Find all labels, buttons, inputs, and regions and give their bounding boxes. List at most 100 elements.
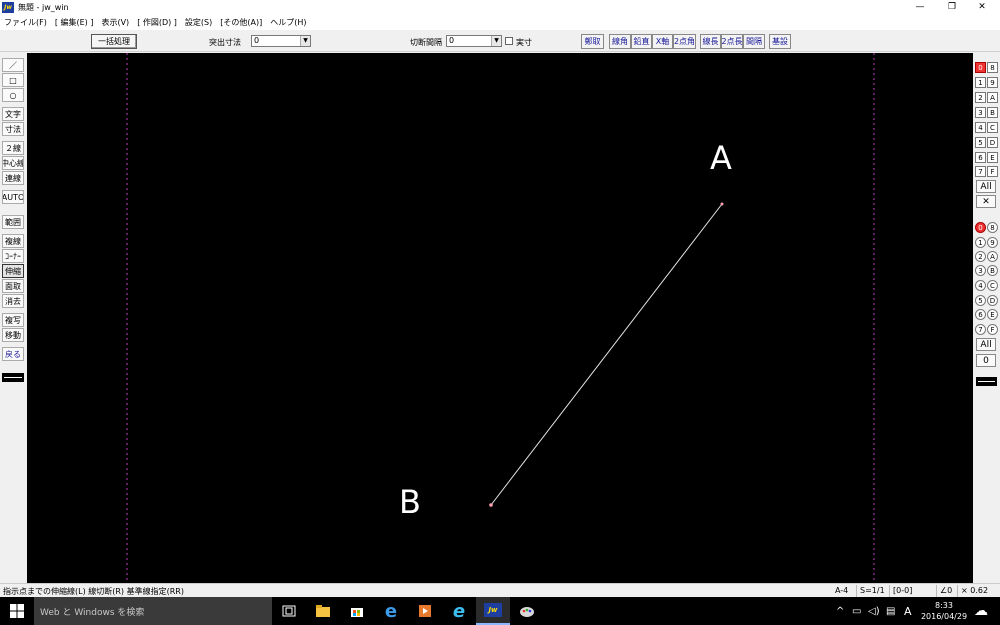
layer-3[interactable]: 3 [975, 265, 986, 276]
layer-zero-button[interactable]: 0 [976, 354, 996, 367]
layer-group-e[interactable]: E [987, 152, 998, 163]
menu-help[interactable]: ヘルプ(H) [270, 17, 306, 28]
jw-cad-taskbar-icon[interactable]: Jw [476, 597, 510, 625]
drawing-canvas[interactable]: A B [27, 53, 973, 583]
layer-b[interactable]: B [987, 265, 998, 276]
media-player-icon[interactable] [408, 597, 442, 625]
layer-0[interactable]: 0 [975, 222, 986, 233]
layer-6[interactable]: 6 [975, 309, 986, 320]
layer-7[interactable]: 7 [975, 324, 986, 335]
layer-c[interactable]: C [987, 280, 998, 291]
tool-dimension[interactable]: 寸法 [2, 122, 24, 136]
tool-continuous-line[interactable]: 連線 [2, 171, 24, 185]
status-layer[interactable]: [0-0] [889, 585, 912, 597]
internet-explorer-icon[interactable]: e [442, 597, 476, 625]
notification-message-icon[interactable]: ▤ [886, 597, 895, 625]
tool-button-x-axis[interactable]: X軸 [652, 34, 673, 49]
menu-other[interactable]: [その他(A)] [220, 17, 262, 28]
tool-button-line-angle[interactable]: 線角 [609, 34, 631, 49]
actual-size-checkbox[interactable] [505, 37, 513, 45]
taskbar-search-input[interactable]: Web と Windows を検索 [34, 597, 272, 625]
layer-8[interactable]: 8 [987, 222, 998, 233]
layer-group-5[interactable]: 5 [975, 137, 986, 148]
tool-line[interactable]: ／ [2, 58, 24, 72]
tool-button-two-point-angle[interactable]: 2点角 [673, 34, 696, 49]
layer-group-8[interactable]: 8 [987, 62, 998, 73]
menu-view[interactable]: 表示(V) [101, 17, 129, 28]
tool-auto[interactable]: AUTO [2, 190, 24, 204]
batch-process-button[interactable]: 一括処理 [91, 34, 137, 49]
layer-group-d[interactable]: D [987, 137, 998, 148]
menu-file[interactable]: ファイル(F) [4, 17, 47, 28]
status-paper[interactable]: A-4 [832, 585, 848, 597]
endpoint-b-marker[interactable] [489, 503, 493, 507]
line-style-swatch[interactable] [2, 373, 24, 382]
layer-group-0[interactable]: 0 [975, 62, 986, 73]
tool-circle[interactable]: ○ [2, 88, 24, 102]
weather-icon[interactable]: ☁ [974, 597, 988, 625]
tool-button-two-point-length[interactable]: 2点長 [721, 34, 743, 49]
layer-group-3[interactable]: 3 [975, 107, 986, 118]
taskbar-clock[interactable]: 8:33 2016/04/29 [918, 600, 970, 622]
tool-button-base-settings[interactable]: 基設 [769, 34, 791, 49]
chevron-down-icon[interactable]: ▼ [300, 36, 310, 46]
close-button[interactable]: ✕ [966, 0, 998, 14]
restore-button[interactable]: ❐ [936, 0, 968, 14]
ime-indicator[interactable]: A [904, 597, 912, 625]
volume-icon[interactable]: ◁) [868, 597, 880, 625]
layer-group-all-button[interactable]: All [976, 180, 996, 193]
tool-double-line[interactable]: ２線 [2, 141, 24, 155]
tool-button-line-length[interactable]: 線長 [700, 34, 721, 49]
file-explorer-icon[interactable] [306, 597, 340, 625]
layer-f[interactable]: F [987, 324, 998, 335]
menu-draw[interactable]: [ 作図(D) ] [137, 17, 177, 28]
chevron-down-icon[interactable]: ▼ [491, 36, 501, 46]
tool-button-interval[interactable]: 間隔 [743, 34, 765, 49]
layer-group-2[interactable]: 2 [975, 92, 986, 103]
layer-group-4[interactable]: 4 [975, 122, 986, 133]
tool-undo[interactable]: 戻る [2, 347, 24, 361]
task-view-icon[interactable] [272, 597, 306, 625]
tool-rectangle[interactable]: □ [2, 73, 24, 87]
layer-group-7[interactable]: 7 [975, 166, 986, 177]
layer-5[interactable]: 5 [975, 295, 986, 306]
layer-group-b[interactable]: B [987, 107, 998, 118]
layer-group-9[interactable]: 9 [987, 77, 998, 88]
layer-4[interactable]: 4 [975, 280, 986, 291]
store-icon[interactable] [340, 597, 374, 625]
menu-edit[interactable]: [ 編集(E) ] [55, 17, 94, 28]
tool-erase[interactable]: 消去 [2, 294, 24, 308]
tool-center-line[interactable]: 中心線 [2, 156, 24, 170]
layer-d[interactable]: D [987, 295, 998, 306]
layer-9[interactable]: 9 [987, 237, 998, 248]
tool-offset-line[interactable]: 複線 [2, 234, 24, 248]
tool-range[interactable]: 範囲 [2, 215, 24, 229]
network-icon[interactable]: ▭ [852, 597, 861, 625]
layer-group-f[interactable]: F [987, 166, 998, 177]
layer-e[interactable]: E [987, 309, 998, 320]
status-scale[interactable]: S=1/1 [856, 585, 885, 597]
tool-move[interactable]: 移動 [2, 328, 24, 342]
layer-group-1[interactable]: 1 [975, 77, 986, 88]
tool-chamfer[interactable]: 面取 [2, 279, 24, 293]
tool-copy[interactable]: 複写 [2, 313, 24, 327]
paint-icon[interactable] [510, 597, 544, 625]
tool-text[interactable]: 文字 [2, 107, 24, 121]
protrude-combo[interactable]: 0 ▼ [251, 35, 311, 47]
status-zoom[interactable]: × 0.62 [957, 585, 988, 597]
layer-group-a[interactable]: A [987, 92, 998, 103]
tool-button-measure[interactable]: 鄭取 [581, 34, 604, 49]
layer-group-clear-button[interactable]: ✕ [976, 195, 996, 208]
start-button[interactable] [0, 597, 34, 625]
tray-chevron-up-icon[interactable]: ^ [836, 597, 844, 625]
layer-a[interactable]: A [987, 251, 998, 262]
tool-button-vertical[interactable]: 鉛直 [631, 34, 652, 49]
layer-1[interactable]: 1 [975, 237, 986, 248]
tool-stretch[interactable]: 伸縮 [2, 264, 24, 278]
endpoint-a-marker[interactable] [720, 202, 724, 206]
edge-browser-icon[interactable]: e [374, 597, 408, 625]
cut-interval-combo[interactable]: 0 ▼ [446, 35, 502, 47]
right-line-swatch[interactable] [976, 377, 997, 386]
layer-group-c[interactable]: C [987, 122, 998, 133]
layer-2[interactable]: 2 [975, 251, 986, 262]
